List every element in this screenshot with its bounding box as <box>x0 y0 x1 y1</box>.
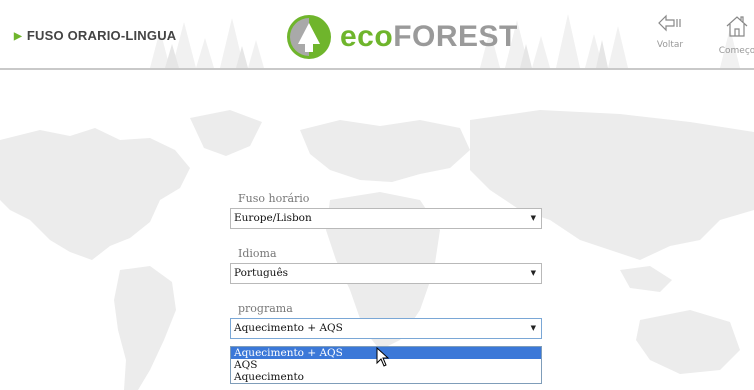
timezone-value: Europe/Lisbon <box>234 212 312 224</box>
timezone-label: Fuso horário <box>238 192 310 205</box>
home-icon <box>726 16 748 37</box>
back-button-label: Voltar <box>656 40 684 50</box>
language-select[interactable]: Português ▼ <box>230 263 542 284</box>
language-value: Português <box>234 267 289 279</box>
logo-wordmark: ecoFOREST <box>340 20 518 53</box>
dropdown-caret-icon: ▼ <box>530 324 536 332</box>
mouse-cursor-icon <box>376 347 390 367</box>
settings-form: Fuso horário Europe/Lisbon ▼ Idioma Port… <box>230 190 542 339</box>
home-button-label: Começo <box>718 46 754 56</box>
dropdown-caret-icon: ▼ <box>530 269 536 277</box>
program-value: Aquecimento + AQS <box>234 322 343 334</box>
program-option[interactable]: Aquecimento <box>231 371 541 383</box>
page-title: ▶ FUSO ORARIO-LINGUA <box>14 28 176 43</box>
home-button[interactable]: Começo <box>712 14 754 56</box>
dropdown-caret-icon: ▼ <box>530 214 536 222</box>
program-select[interactable]: Aquecimento + AQS ▼ <box>230 318 542 339</box>
timezone-select[interactable]: Europe/Lisbon ▼ <box>230 208 542 229</box>
header-bar: ▶ FUSO ORARIO-LINGUA ecoFOREST Voltar Com… <box>0 0 754 70</box>
program-label: programa <box>238 302 293 315</box>
play-arrow-icon: ▶ <box>14 31 22 42</box>
back-button[interactable]: Voltar <box>650 14 690 50</box>
back-arrow-icon <box>658 14 681 32</box>
tree-logo-icon <box>287 15 331 59</box>
page-title-text: FUSO ORARIO-LINGUA <box>26 28 177 43</box>
language-label: Idioma <box>238 247 277 260</box>
